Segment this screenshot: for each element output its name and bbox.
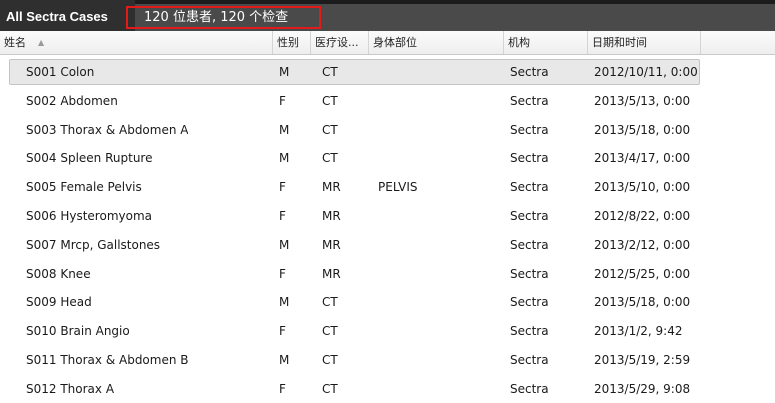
- cell-institution: Sectra: [510, 180, 549, 195]
- cell-institution: Sectra: [510, 151, 549, 166]
- table-row[interactable]: S008 Knee F MR Sectra 2012/5/25, 0:00: [0, 257, 775, 286]
- table-row[interactable]: S010 Brain Angio F CT Sectra 2013/1/2, 9:42: [0, 314, 775, 343]
- cell-name: S011 Thorax & Abdomen B: [26, 352, 189, 367]
- cell-name: S007 Mrcp, Gallstones: [26, 237, 161, 252]
- cell-datetime: 2012/8/22, 0:00: [594, 208, 691, 223]
- cell-institution: Sectra: [510, 93, 549, 108]
- cell-sex: F: [279, 93, 286, 108]
- column-header-modality[interactable]: 医疗设...: [311, 31, 369, 54]
- cell-datetime: 2013/5/18, 0:00: [594, 295, 691, 310]
- column-header-sex[interactable]: 性别: [273, 31, 311, 54]
- cell-institution: Sectra: [510, 266, 549, 281]
- cell-modality: MR: [322, 180, 341, 195]
- sort-ascending-icon: ▲: [38, 38, 45, 47]
- cell-modality: CT: [322, 151, 338, 166]
- cell-modality: CT: [322, 324, 338, 339]
- cell-institution: Sectra: [510, 208, 549, 223]
- cell-datetime: 2013/5/19, 2:59: [594, 352, 691, 367]
- cell-name: S009 Head: [26, 295, 92, 310]
- cell-institution: Sectra: [510, 381, 549, 396]
- cell-name: S004 Spleen Rupture: [26, 151, 153, 166]
- column-header-institution[interactable]: 机构: [504, 31, 588, 54]
- table-row[interactable]: S009 Head M CT Sectra 2013/5/18, 0:00: [0, 285, 775, 314]
- column-header-datetime[interactable]: 日期和时间: [588, 31, 701, 54]
- cell-sex: M: [279, 237, 290, 252]
- cell-name: S012 Thorax A: [26, 381, 115, 396]
- cell-sex: F: [279, 208, 286, 223]
- cell-modality: CT: [322, 122, 338, 137]
- case-count-label: 120 位患者, 120 个检查: [126, 6, 321, 29]
- cell-datetime: 2013/5/29, 9:08: [594, 381, 691, 396]
- column-header-label: 医疗设...: [315, 36, 359, 49]
- cell-modality: CT: [322, 65, 338, 79]
- cell-name: S001 Colon: [26, 65, 95, 79]
- cell-datetime: 2013/5/13, 0:00: [594, 93, 691, 108]
- table-row[interactable]: S005 Female Pelvis F MR PELVIS Sectra 2013/5/…: [0, 170, 775, 199]
- cell-institution: Sectra: [510, 324, 549, 339]
- cell-name: S002 Abdomen: [26, 93, 118, 108]
- app-title: All Sectra Cases: [6, 9, 108, 24]
- cell-sex: F: [279, 180, 286, 195]
- column-header-label: 机构: [508, 36, 530, 49]
- cell-datetime: 2013/1/2, 9:42: [594, 324, 683, 339]
- cell-sex: M: [279, 151, 290, 166]
- cell-sex: F: [279, 266, 286, 281]
- column-header-label: 身体部位: [373, 36, 417, 49]
- cell-modality: CT: [322, 381, 338, 396]
- cell-datetime: 2013/5/18, 0:00: [594, 122, 691, 137]
- cell-datetime: 2013/2/12, 0:00: [594, 237, 691, 252]
- table-row[interactable]: S002 Abdomen F CT Sectra 2013/5/13, 0:00: [0, 84, 775, 113]
- cell-name: S005 Female Pelvis: [26, 180, 142, 195]
- table-row[interactable]: S003 Thorax & Abdomen A M CT Sectra 2013/5/1…: [0, 113, 775, 142]
- column-header-label: 日期和时间: [592, 36, 647, 49]
- cell-institution: Sectra: [510, 295, 549, 310]
- table-row[interactable]: S012 Thorax A F CT Sectra 2013/5/29, 9:08: [0, 372, 775, 401]
- cell-modality: MR: [322, 266, 341, 281]
- column-header-label: 姓名: [4, 36, 26, 49]
- cell-name: S006 Hysteromyoma: [26, 208, 152, 223]
- cell-datetime: 2013/4/17, 0:00: [594, 151, 691, 166]
- column-header-body-part[interactable]: 身体部位: [369, 31, 504, 54]
- table-header: 姓名 ▲ 性别 医疗设... 身体部位 机构 日期和时间: [0, 31, 775, 55]
- cell-body-part: PELVIS: [378, 180, 418, 195]
- cell-datetime: 2013/5/10, 0:00: [594, 180, 691, 195]
- cell-modality: MR: [322, 208, 341, 223]
- cell-datetime: 2012/10/11, 0:00: [594, 65, 698, 79]
- cell-institution: Sectra: [510, 237, 549, 252]
- cell-modality: CT: [322, 352, 338, 367]
- cell-name: S003 Thorax & Abdomen A: [26, 122, 189, 137]
- column-header-name[interactable]: 姓名 ▲: [0, 31, 273, 54]
- column-header-label: 性别: [277, 36, 299, 49]
- cell-modality: CT: [322, 93, 338, 108]
- table-row[interactable]: S004 Spleen Rupture M CT Sectra 2013/4/17, 0…: [0, 141, 775, 170]
- cell-institution: Sectra: [510, 65, 549, 79]
- cell-sex: F: [279, 381, 286, 396]
- cell-name: S010 Brain Angio: [26, 324, 130, 339]
- cell-modality: MR: [322, 237, 341, 252]
- cell-sex: M: [279, 65, 290, 79]
- cell-institution: Sectra: [510, 122, 549, 137]
- table-row[interactable]: S001 Colon M CT Sectra 2012/10/11, 0:00: [0, 55, 775, 85]
- title-bar: All Sectra Cases 120 位患者, 120 个检查: [0, 0, 775, 32]
- cell-name: S008 Knee: [26, 266, 91, 281]
- table-row[interactable]: S007 Mrcp, Gallstones M MR Sectra 2013/2/12,…: [0, 228, 775, 257]
- table-row[interactable]: S006 Hysteromyoma F MR Sectra 2012/8/22, 0:0…: [0, 199, 775, 228]
- cell-institution: Sectra: [510, 352, 549, 367]
- cell-sex: M: [279, 122, 290, 137]
- cell-modality: CT: [322, 295, 338, 310]
- cell-sex: F: [279, 324, 286, 339]
- cell-sex: M: [279, 295, 290, 310]
- case-table-body: S001 Colon M CT Sectra 2012/10/11, 0:00 S002 …: [0, 55, 775, 401]
- cell-datetime: 2012/5/25, 0:00: [594, 266, 691, 281]
- table-row[interactable]: S011 Thorax & Abdomen B M CT Sectra 2013/5/1…: [0, 343, 775, 372]
- case-list-window: All Sectra Cases 120 位患者, 120 个检查 姓名 ▲ 性别…: [0, 0, 775, 403]
- cell-sex: M: [279, 352, 290, 367]
